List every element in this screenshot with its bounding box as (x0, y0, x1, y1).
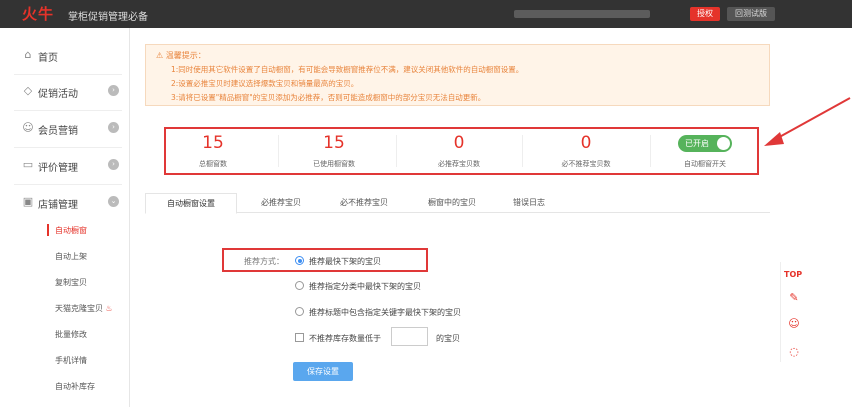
sidebar-sub-auto-window[interactable]: 自动橱窗 (55, 225, 87, 236)
auth-button[interactable]: 授权 (690, 7, 720, 21)
divider (650, 135, 651, 167)
account-name-redacted (514, 10, 650, 18)
help-icon[interactable]: ◌ (788, 346, 800, 358)
option-label[interactable]: 推荐指定分类中最快下架的宝贝 (309, 281, 421, 292)
tab-items-in-window[interactable]: 橱窗中的宝贝 (409, 193, 495, 213)
sidebar-item-label: 会员营销 (38, 126, 78, 137)
edit-icon[interactable]: ✎ (788, 292, 800, 304)
toggle-state-label: 已开启 (685, 139, 709, 148)
sidebar-sub-tmall-clone[interactable]: 天猫克隆宝贝 ♨ (55, 303, 113, 314)
recommend-mode-label: 推荐方式： (244, 257, 284, 266)
sidebar-item-label: 首页 (38, 53, 58, 64)
home-icon: ⌂ (24, 48, 32, 61)
sidebar-item-members[interactable]: ☺ 会员营销 › (0, 119, 130, 139)
notice-line: 2:设置必推宝贝时建议选择爆款宝贝和销量最高的宝贝。 (171, 79, 359, 88)
stat-value: 15 (202, 133, 224, 153)
sidebar-sub-label: 天猫克隆宝贝 (55, 304, 103, 313)
radio-fastest-delist[interactable] (295, 256, 304, 265)
comment-icon: ▭ (22, 158, 34, 171)
auto-window-toggle[interactable]: 已开启 (678, 135, 732, 152)
app-title: 掌柜促销管理必备 (68, 12, 148, 23)
sidebar-item-shop[interactable]: ▣ 店铺管理 ⌄ (0, 193, 130, 213)
tab-never-recommend[interactable]: 必不推荐宝贝 (321, 193, 407, 213)
stat-used-windows: 15 已使用橱窗数 (286, 129, 382, 173)
stat-value: 0 (580, 133, 592, 153)
window-stats-panel: 15 总橱窗数 15 已使用橱窗数 0 必推荐宝贝数 0 必不推荐宝贝数 已开启… (164, 127, 759, 175)
sidebar-sub-batch-edit[interactable]: 批量修改 (55, 329, 87, 340)
divider (14, 184, 122, 185)
divider (396, 135, 397, 167)
divider (14, 110, 122, 111)
sidebar-item-promotions[interactable]: ◇ 促销活动 › (0, 82, 130, 102)
fire-icon: ♨ (105, 304, 113, 313)
chevron-right-icon: › (108, 85, 119, 96)
toggle-knob (717, 137, 730, 150)
tab-must-recommend[interactable]: 必推荐宝贝 (241, 193, 321, 213)
annotation-arrow (764, 97, 851, 146)
chevron-right-icon: › (108, 159, 119, 170)
low-stock-suffix: 的宝贝 (436, 334, 460, 343)
stat-value: 15 (323, 133, 345, 153)
tab-bar: 自动橱窗设置 必推荐宝贝 必不推荐宝贝 橱窗中的宝贝 错误日志 (145, 193, 770, 214)
option-label[interactable]: 推荐标题中包含指定关键字最快下架的宝贝 (309, 307, 461, 318)
notice-line: 1:同时使用其它软件设置了自动橱窗，有可能会导致橱窗推荐位不满，建议关闭其他软件… (171, 65, 524, 74)
notice-line: 3:请将已设置"精品橱窗"的宝贝添加为必推荐，否则可能造成橱窗中的部分宝贝无法自… (171, 93, 486, 102)
logo[interactable]: 火牛 (22, 3, 54, 24)
sidebar-item-label: 评价管理 (38, 163, 78, 174)
stat-label: 总橱窗数 (199, 160, 227, 168)
stat-label: 已使用橱窗数 (313, 160, 355, 168)
back-to-top-button[interactable]: TOP (784, 270, 802, 279)
divider (278, 135, 279, 167)
low-stock-label: 不推荐库存数量低于 (309, 334, 381, 343)
tab-auto-window-settings[interactable]: 自动橱窗设置 (145, 193, 237, 214)
sidebar: ⌂ 首页 ◇ 促销活动 › ☺ 会员营销 › ▭ 评价管理 › ▣ 店铺管理 ⌄… (0, 28, 130, 407)
floating-toolbar: TOP ✎ ☺ ◌ (780, 262, 805, 362)
stock-threshold-input[interactable] (391, 327, 428, 346)
stat-label: 必推荐宝贝数 (438, 160, 480, 168)
radio-keyword-fastest[interactable] (295, 307, 304, 316)
chevron-right-icon: › (108, 122, 119, 133)
warning-icon: ⚠ (156, 51, 164, 60)
radio-category-fastest[interactable] (295, 281, 304, 290)
chat-icon[interactable]: ☺ (788, 318, 800, 330)
auto-window-switch-group: 已开启 自动橱窗开关 (658, 129, 752, 173)
stat-never-recommend: 0 必不推荐宝贝数 (536, 129, 636, 173)
sidebar-item-home[interactable]: ⌂ 首页 (0, 46, 130, 66)
stat-value: 0 (453, 133, 465, 153)
option-label[interactable]: 推荐最快下架的宝贝 (309, 256, 381, 267)
old-version-button[interactable]: 回测试版 (727, 7, 775, 21)
sidebar-sub-auto-list[interactable]: 自动上架 (55, 251, 87, 262)
stat-label: 必不推荐宝贝数 (561, 160, 611, 168)
notice-title: ⚠ 温馨提示： (156, 50, 206, 61)
sidebar-sub-copy-item[interactable]: 复制宝贝 (55, 277, 87, 288)
shop-icon: ▣ (22, 195, 34, 208)
divider (14, 74, 122, 75)
user-icon: ☺ (22, 121, 34, 134)
notice-panel: ⚠ 温馨提示： 1:同时使用其它软件设置了自动橱窗，有可能会导致橱窗推荐位不满，… (145, 44, 770, 106)
tab-error-log[interactable]: 错误日志 (493, 193, 565, 213)
divider (14, 147, 122, 148)
sidebar-sub-auto-restock[interactable]: 自动补库存 (55, 381, 95, 392)
stat-label: 自动橱窗开关 (684, 160, 726, 168)
active-indicator (47, 224, 49, 236)
stat-total-windows: 15 总橱窗数 (166, 129, 260, 173)
notice-title-text: 温馨提示： (165, 51, 206, 60)
save-settings-button[interactable]: 保存设置 (293, 362, 353, 381)
sidebar-item-reviews[interactable]: ▭ 评价管理 › (0, 156, 130, 176)
tag-icon: ◇ (23, 84, 33, 97)
top-bar: 火牛 掌柜促销管理必备 授权 回测试版 (0, 0, 852, 28)
stat-must-recommend: 0 必推荐宝贝数 (411, 129, 507, 173)
sidebar-item-label: 促销活动 (38, 89, 78, 100)
sidebar-item-label: 店铺管理 (38, 200, 78, 211)
chevron-down-icon: ⌄ (108, 196, 119, 207)
sidebar-sub-mobile-detail[interactable]: 手机详情 (55, 355, 87, 366)
low-stock-checkbox[interactable] (295, 333, 304, 342)
divider (522, 135, 523, 167)
